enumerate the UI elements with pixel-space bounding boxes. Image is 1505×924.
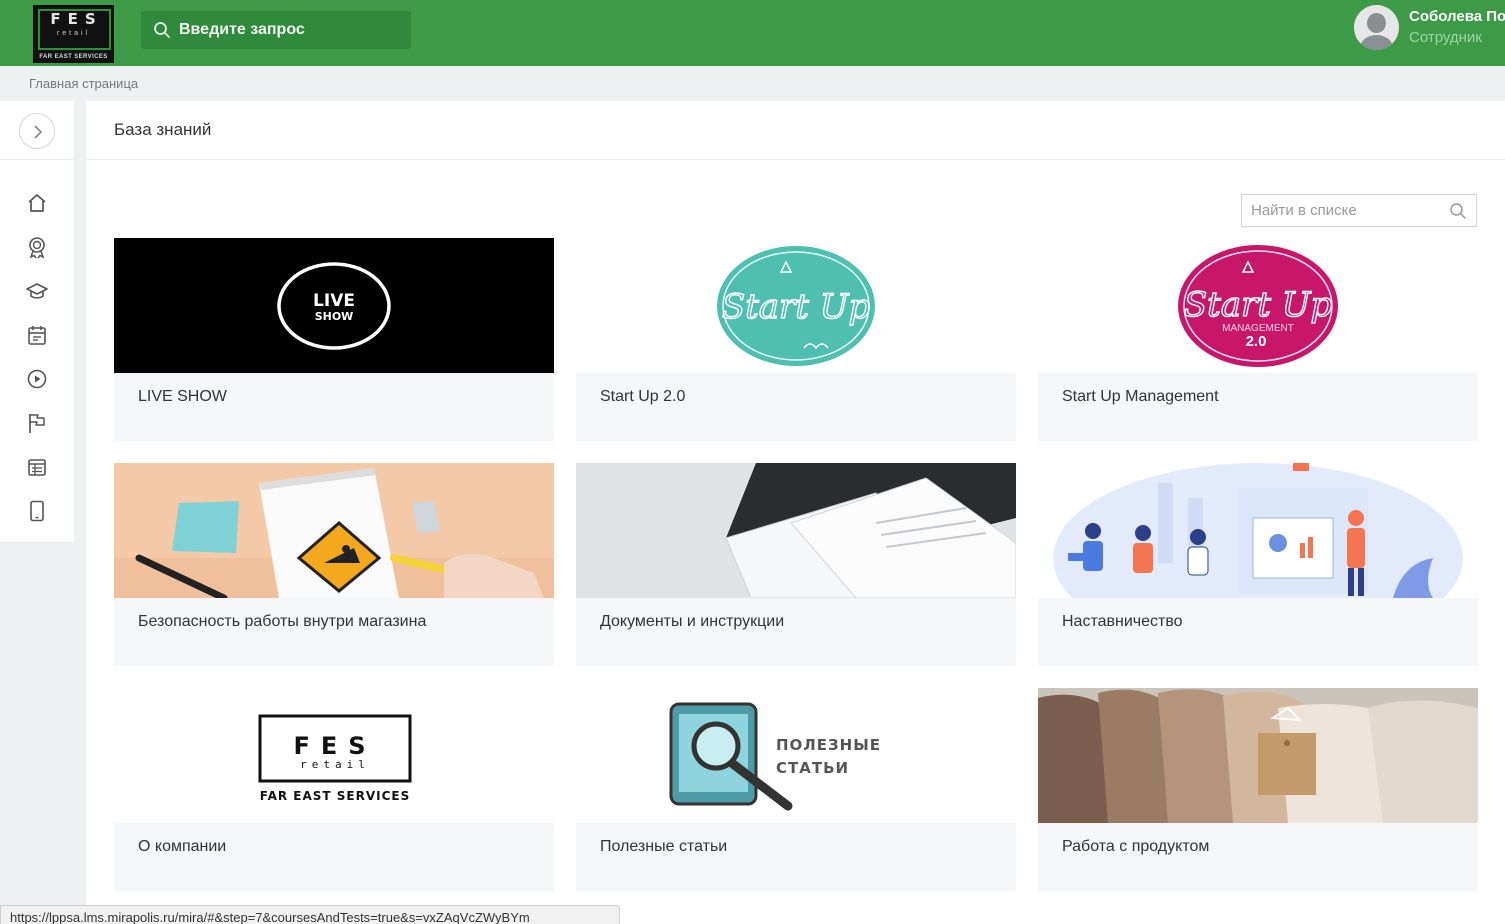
knowledge-card-live-show[interactable]: LIVE SHOW LIVE SHOW [114,238,554,441]
user-name: Соболева По [1409,8,1505,25]
search-icon [154,22,170,38]
card-thumbnail [576,463,1016,598]
card-title: Полезные статьи [600,838,728,855]
global-search-input[interactable]: Введите запрос [141,11,411,49]
thumb-articles-line1: ПОЛЕЗНЫЕ [776,736,881,754]
calendar-icon[interactable] [25,323,49,347]
global-search-placeholder: Введите запрос [179,21,305,38]
knowledge-card-about-company[interactable]: FES retail FAR EAST SERVICES О компании [114,688,554,891]
card-thumbnail: Start Up [576,238,1016,373]
logo-fes-text: FES [50,10,103,28]
list-search-field[interactable] [1241,194,1477,227]
thumb-fes-subtitle: FAR EAST SERVICES [260,789,411,803]
list-search-input[interactable] [1242,195,1442,226]
mobile-icon[interactable] [25,499,49,523]
knowledge-card-product[interactable]: Работа с продуктом [1038,688,1478,891]
play-icon[interactable] [25,367,49,391]
knowledge-card-useful-articles[interactable]: ПОЛЕЗНЫЕ СТАТЬИ Полезные статьи [576,688,1016,891]
thumb-startup-text: Start Up [722,287,870,327]
thumb-show-text: SHOW [315,310,354,323]
flag-icon[interactable] [25,411,49,435]
sidebar-divider [0,159,74,160]
card-thumbnail [114,463,554,598]
top-bar: FES retail FAR EAST SERVICES Введите зап… [0,0,1505,66]
award-icon[interactable] [25,235,49,259]
knowledge-card-documents[interactable]: Документы и инструкции [576,463,1016,666]
breadcrumb[interactable]: Главная страница [29,76,138,91]
card-title: Start Up 2.0 [600,388,686,405]
avatar[interactable] [1354,5,1399,50]
page-title: База знаний [114,120,212,139]
company-logo[interactable]: FES retail FAR EAST SERVICES [33,5,114,63]
user-role: Сотрудник [1409,29,1482,46]
chevron-right-icon [34,125,43,139]
header-divider [86,159,1505,160]
card-thumbnail: Start Up MANAGEMENT 2.0 [1038,238,1478,373]
card-thumbnail [1038,463,1478,598]
thumb-retail-text: retail [300,758,370,771]
card-thumbnail: FES retail FAR EAST SERVICES [114,688,554,823]
thumb-articles-line2: СТАТЬИ [776,759,849,777]
card-thumbnail [1038,688,1478,823]
card-title: О компании [138,838,227,855]
main-content: База знаний LIVE SHOW LIVE SHOW [86,101,1505,924]
status-bar-url: https://lppsa.lms.mirapolis.ru/mira/#&st… [0,905,620,924]
sidebar-expand-button[interactable] [19,113,55,149]
card-title: LIVE SHOW [138,388,227,405]
knowledge-card-safety[interactable]: Безопасность работы внутри магазина [114,463,554,666]
table-icon[interactable] [25,455,49,479]
card-title: Наставничество [1062,613,1183,630]
thumb-fes-text: FES [293,732,376,760]
card-title: Документы и инструкции [600,613,785,630]
logo-subtitle: FAR EAST SERVICES [39,54,108,60]
thumb-version-text: 2.0 [1246,333,1267,350]
thumb-startup-text: Start Up [1184,285,1332,325]
graduation-cap-icon[interactable] [25,279,49,303]
card-thumbnail: ПОЛЕЗНЫЕ СТАТЬИ [576,688,1016,823]
knowledge-card-mentoring[interactable]: Наставничество [1038,463,1478,666]
card-title: Работа с продуктом [1062,838,1210,855]
search-icon[interactable] [1449,202,1467,220]
card-thumbnail: LIVE SHOW [114,238,554,373]
home-icon[interactable] [25,191,49,215]
knowledge-card-start-up-management[interactable]: Start Up MANAGEMENT 2.0 Start Up Managem… [1038,238,1478,441]
logo-retail-text: retail [56,30,91,37]
thumb-live-text: LIVE [313,291,355,311]
card-title: Start Up Management [1062,388,1219,405]
knowledge-card-start-up-2[interactable]: Start Up Start Up 2.0 [576,238,1016,441]
card-title: Безопасность работы внутри магазина [138,613,427,630]
sidebar [0,101,74,542]
